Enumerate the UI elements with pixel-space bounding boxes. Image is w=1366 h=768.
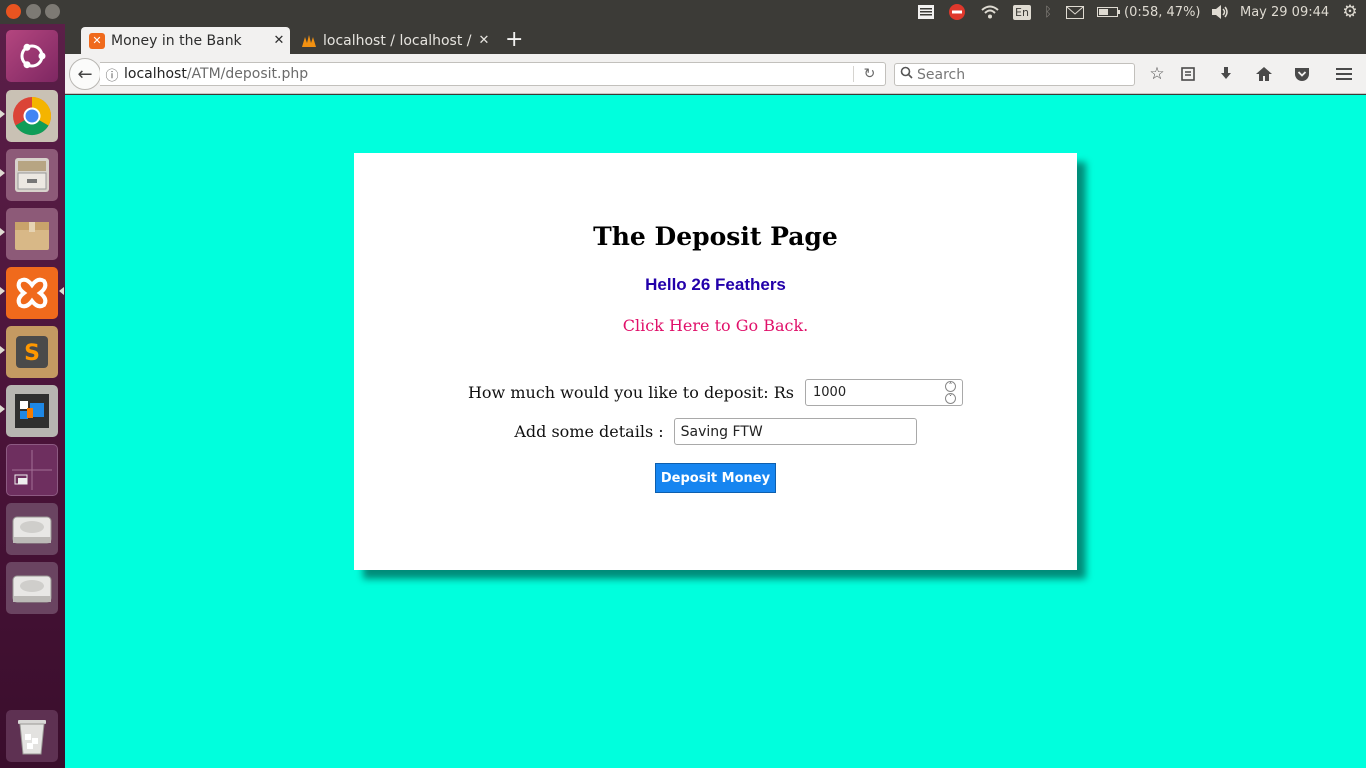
hard-drive-icon [12, 516, 52, 544]
volume-icon[interactable] [1208, 0, 1232, 24]
amount-row: How much would you like to deposit: Rs 1… [354, 379, 1077, 406]
url-text[interactable]: localhost/ATM/deposit.php [124, 66, 853, 82]
download-icon[interactable] [1215, 63, 1237, 85]
window-maximize-button[interactable] [45, 4, 60, 19]
svg-text:S: S [24, 341, 40, 366]
wifi-icon[interactable] [978, 0, 1002, 24]
tab-money-in-the-bank[interactable]: ✕ Money in the Bank ✕ [81, 27, 290, 54]
hard-drive-icon [12, 575, 52, 603]
site-info-icon[interactable]: ⓘ [100, 65, 124, 84]
details-label: Add some details : [514, 422, 664, 441]
tab-title: localhost / localhost / [323, 32, 472, 49]
xampp-launcher-button[interactable] [6, 267, 58, 319]
go-back-link[interactable]: Click Here to Go Back. [354, 316, 1077, 335]
url-host: localhost [124, 66, 187, 82]
details-input[interactable]: Saving FTW [673, 418, 917, 445]
navigation-bar: ← ⓘ localhost/ATM/deposit.php ↻ Search ☆ [65, 54, 1366, 94]
tab-title: Money in the Bank [111, 32, 242, 49]
tab-phpmyadmin[interactable]: localhost / localhost / ✕ [293, 27, 495, 54]
battery-indicator[interactable]: (0:58, 47%) [1097, 0, 1202, 24]
running-indicator [0, 228, 5, 236]
close-tab-icon[interactable]: ✕ [268, 33, 290, 48]
pocket-icon[interactable] [1291, 63, 1313, 85]
top-panel: En ᛒ (0:58, 47%) May 29 09:44 ⚙ [0, 0, 1366, 24]
battery-status: (0:58, 47%) [1124, 4, 1201, 20]
new-tab-button[interactable]: + [505, 28, 523, 52]
amount-stepper[interactable]: ˄ ˅ [945, 381, 957, 404]
archive-box-icon [15, 222, 49, 250]
file-cabinet-icon [15, 158, 49, 192]
focused-indicator [59, 287, 64, 295]
window-minimize-button[interactable] [26, 4, 41, 19]
search-bar[interactable]: Search [894, 63, 1135, 86]
reload-icon[interactable]: ↻ [853, 66, 885, 82]
tab-bar: ✕ Money in the Bank ✕ localhost / localh… [65, 24, 1366, 54]
chrome-launcher-button[interactable] [6, 90, 58, 142]
battery-icon [1097, 7, 1120, 17]
trash-launcher-button[interactable] [6, 710, 58, 762]
settings-gear-icon[interactable]: ⚙ [1338, 0, 1362, 24]
menu-list-icon[interactable] [915, 0, 937, 24]
url-bar[interactable]: ⓘ localhost/ATM/deposit.php ↻ [100, 62, 886, 86]
drive-launcher-button-2[interactable] [6, 562, 58, 614]
deposit-money-button[interactable]: Deposit Money [655, 463, 776, 493]
page-content: The Deposit Page Hello 26 Feathers Click… [65, 95, 1366, 768]
ubuntu-logo-icon [20, 43, 46, 69]
keyboard-layout-indicator[interactable]: En [1012, 0, 1032, 24]
running-indicator [0, 405, 5, 413]
back-button[interactable]: ← [69, 58, 101, 90]
running-indicator [0, 346, 5, 354]
drive-launcher-button-1[interactable] [6, 503, 58, 555]
phpmyadmin-favicon-icon [301, 33, 317, 49]
archive-launcher-button[interactable] [6, 208, 58, 260]
xampp-favicon-icon: ✕ [89, 32, 105, 49]
back-arrow-icon: ← [77, 63, 93, 85]
details-row: Add some details : Saving FTW [354, 418, 1077, 445]
sublime-text-icon: S [16, 336, 48, 368]
bookmark-star-icon[interactable]: ☆ [1146, 63, 1168, 85]
url-path: /ATM/deposit.php [186, 66, 309, 82]
files-launcher-button[interactable] [6, 149, 58, 201]
reading-list-icon[interactable] [1177, 63, 1199, 85]
amount-value: 1000 [813, 385, 847, 400]
decrement-arrow-icon[interactable]: ˅ [945, 393, 957, 404]
running-indicator [0, 169, 5, 177]
virtual-machine-icon [15, 394, 49, 428]
search-placeholder: Search [917, 66, 966, 83]
home-icon[interactable] [1253, 63, 1275, 85]
bluetooth-icon[interactable]: ᛒ [1040, 0, 1056, 24]
running-indicator [0, 287, 5, 295]
amount-label: How much would you like to deposit: Rs [467, 383, 795, 402]
no-entry-icon[interactable] [946, 0, 968, 24]
close-tab-icon[interactable]: ✕ [473, 33, 495, 48]
amount-input[interactable]: 1000 ˄ ˅ [805, 379, 964, 406]
clock[interactable]: May 29 09:44 [1240, 0, 1332, 24]
ubuntu-dash-button[interactable] [6, 30, 58, 82]
greeting-text: Hello 26 Feathers [645, 275, 786, 294]
details-value: Saving FTW [680, 423, 763, 440]
xampp-icon [16, 277, 48, 309]
running-indicator [0, 110, 5, 118]
chrome-icon [13, 96, 52, 136]
window-close-button[interactable] [6, 4, 21, 19]
sublime-launcher-button[interactable]: S [6, 326, 58, 378]
deposit-card: The Deposit Page Hello 26 Feathers Click… [354, 153, 1077, 570]
page-title: The Deposit Page [593, 222, 838, 251]
increment-arrow-icon[interactable]: ˄ [945, 381, 957, 392]
search-icon [895, 66, 917, 83]
vm-launcher-button[interactable] [6, 385, 58, 437]
launcher: S [0, 24, 65, 768]
mail-icon[interactable] [1064, 0, 1086, 24]
workspaces-icon [12, 450, 52, 490]
workspace-switcher-button[interactable] [6, 444, 58, 496]
menu-hamburger-icon[interactable] [1333, 63, 1355, 85]
trash-icon [18, 720, 46, 755]
keyboard-layout-label: En [1013, 4, 1031, 20]
